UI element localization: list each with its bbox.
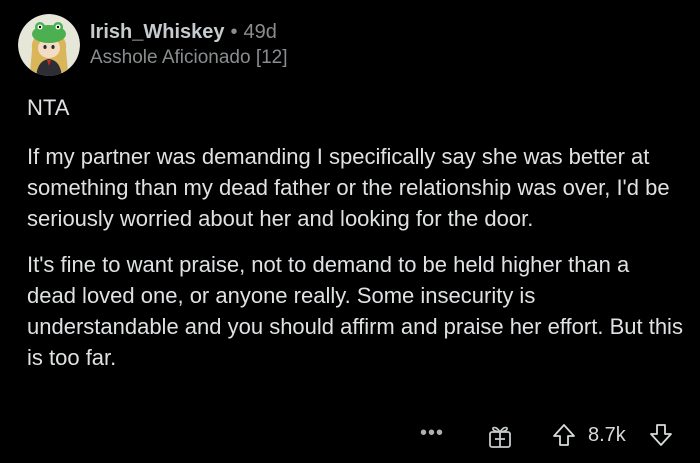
comment-age: 49d	[243, 21, 277, 43]
comment-body: NTA If my partner was demanding I specif…	[27, 92, 683, 388]
separator-dot: •	[230, 21, 238, 43]
user-avatar[interactable]	[18, 14, 80, 76]
snoo-avatar-icon	[18, 14, 80, 76]
award-gift-icon	[489, 426, 511, 448]
award-button[interactable]	[487, 423, 513, 449]
comment-paragraph: NTA	[27, 95, 70, 120]
username-link[interactable]: Irish_Whiskey	[90, 20, 225, 44]
comment-meta: Irish_Whiskey • 49d Asshole Aficionado […	[90, 20, 288, 70]
user-flair: Asshole Aficionado [12]	[90, 47, 288, 68]
downvote-arrow-icon	[650, 424, 672, 446]
upvote-button[interactable]	[551, 422, 577, 448]
comment-header: Irish_Whiskey • 49d Asshole Aficionado […	[18, 14, 288, 76]
comment-paragraph: It's fine to want praise, not to demand …	[27, 252, 683, 370]
comment-paragraph: If my partner was demanding I specifical…	[27, 144, 670, 231]
comment-card: Irish_Whiskey • 49d Asshole Aficionado […	[0, 0, 700, 463]
comment-actions: ••• 8.7k	[0, 420, 700, 452]
downvote-button[interactable]	[648, 422, 674, 448]
upvote-arrow-icon	[553, 424, 575, 446]
vote-score: 8.7k	[588, 424, 626, 446]
more-options-button[interactable]: •••	[420, 420, 444, 446]
author-line: Irish_Whiskey • 49d	[90, 20, 288, 44]
